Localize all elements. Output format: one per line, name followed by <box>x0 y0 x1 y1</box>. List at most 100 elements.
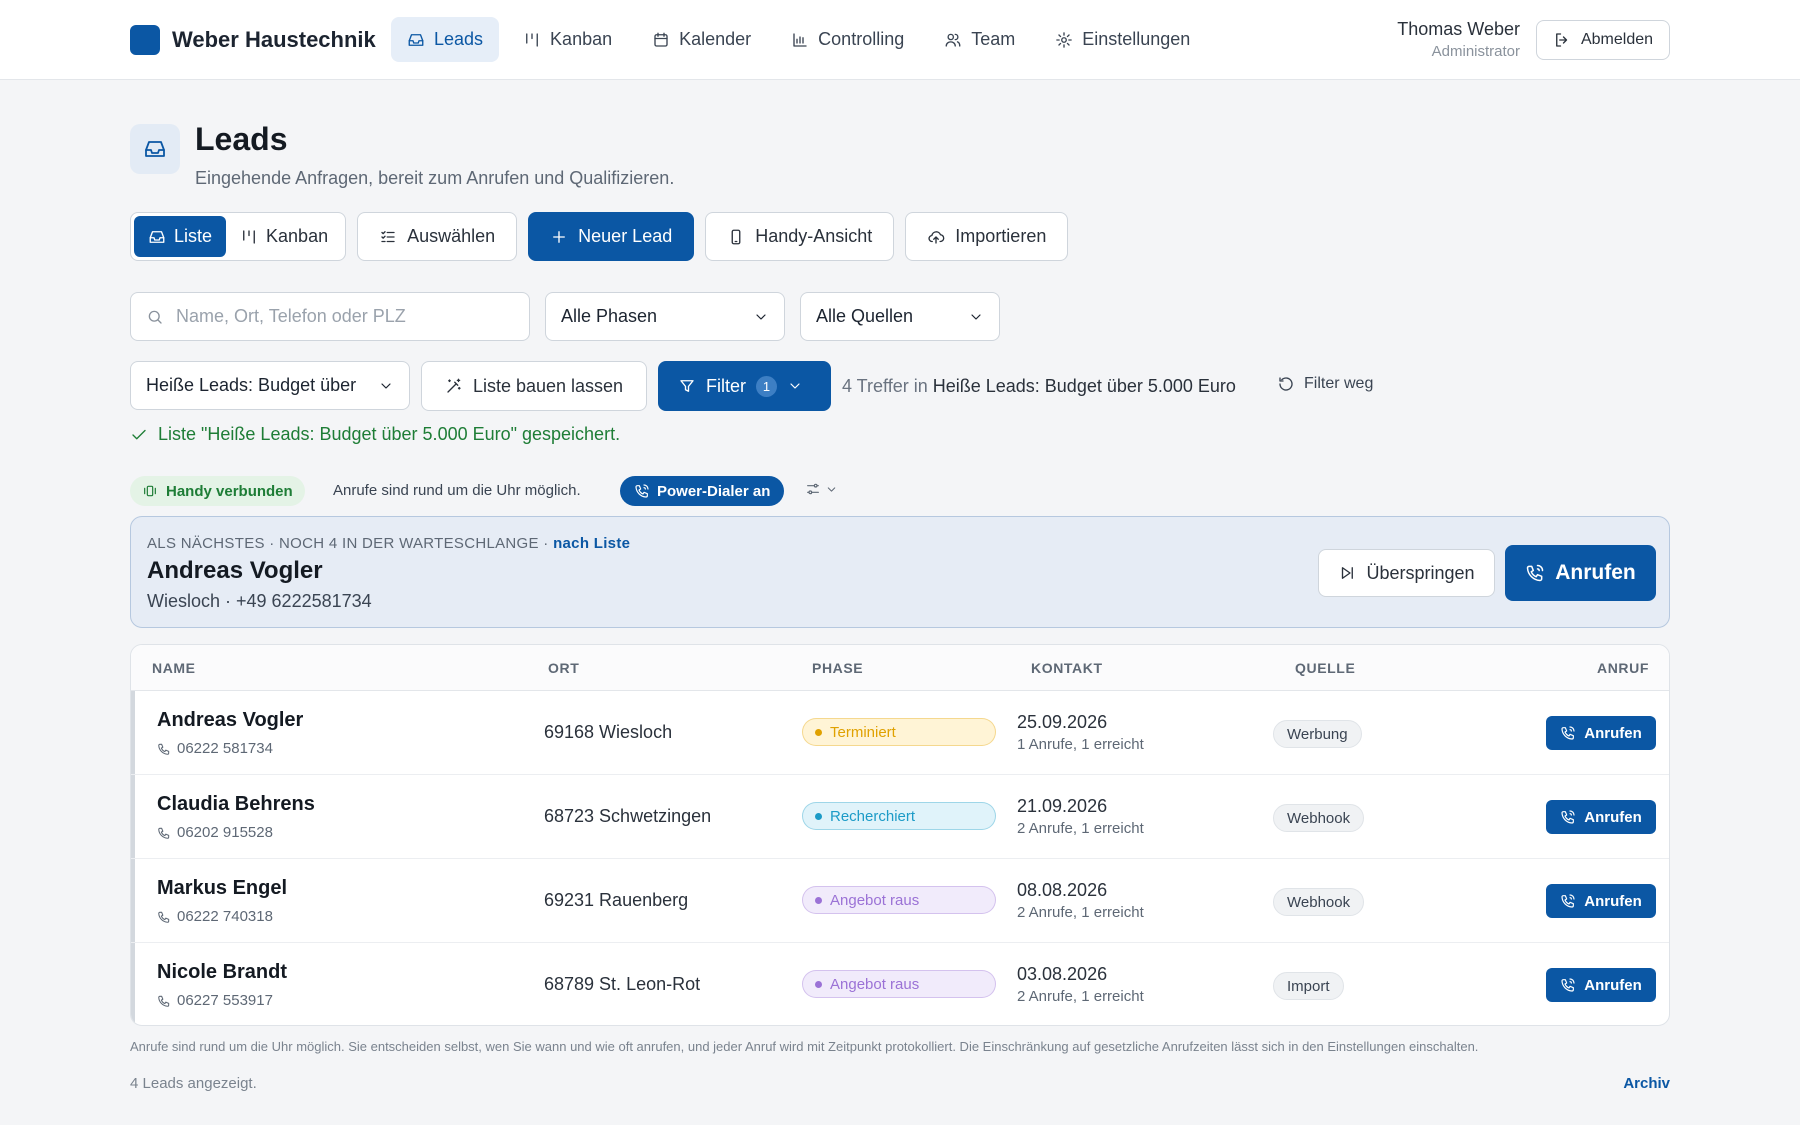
call-next-button[interactable]: Anrufen <box>1505 545 1656 601</box>
call-button-label: Anrufen <box>1584 724 1642 742</box>
column-header[interactable]: QUELLE <box>1295 660 1355 676</box>
nav-label: Einstellungen <box>1082 29 1191 49</box>
clear-filter-button[interactable]: Filter weg <box>1277 375 1373 393</box>
search-icon <box>148 310 162 324</box>
mobile-view-label: Handy-Ansicht <box>755 226 873 246</box>
call-button[interactable]: Anrufen <box>1546 968 1656 1002</box>
nav-item-kalender[interactable]: Kalender <box>636 17 767 62</box>
call-stats: 2 Anrufe, 1 erreicht <box>1017 904 1144 921</box>
table-header: NAME ORT PHASE KONTAKT QUELLE ANRUF <box>131 645 1669 691</box>
column-header[interactable]: KONTAKT <box>1031 660 1103 676</box>
result-prefix: 4 Treffer in <box>842 376 928 396</box>
clear-filter-label: Filter weg <box>1304 375 1374 392</box>
logout-button[interactable]: Abmelden <box>1536 20 1670 60</box>
search-field[interactable] <box>130 292 530 341</box>
nav-item-einstellungen[interactable]: Einstellungen <box>1039 17 1206 62</box>
saved-list-select[interactable]: Heiße Leads: Budget über <box>130 361 410 410</box>
vibrate-icon <box>144 485 156 497</box>
column-header[interactable]: NAME <box>152 660 196 676</box>
dialer-settings-dropdown[interactable] <box>805 481 838 497</box>
nav-item-kanban[interactable]: Kanban <box>507 17 628 62</box>
lead-name[interactable]: Nicole Brandt <box>157 961 287 984</box>
calendar-icon <box>654 32 668 47</box>
call-button[interactable]: Anrufen <box>1546 800 1656 834</box>
queue-label: ALS NÄCHSTES · NOCH 4 IN DER WARTESCHLAN… <box>147 535 630 552</box>
table-row[interactable]: Claudia Behrens 06202 915528 68723 Schwe… <box>131 775 1669 859</box>
call-button[interactable]: Anrufen <box>1546 716 1656 750</box>
import-button[interactable]: Importieren <box>905 212 1069 261</box>
phase-dot <box>815 980 822 988</box>
lead-phone: 06222 581734 <box>157 740 273 757</box>
nav-label: Kanban <box>550 29 613 49</box>
cloud-upload-icon <box>928 230 945 244</box>
search-input[interactable] <box>176 306 506 327</box>
lead-name[interactable]: Andreas Vogler <box>157 709 303 732</box>
chevron-down-icon <box>971 313 981 320</box>
call-button-label: Anrufen <box>1584 808 1642 826</box>
toolbar: Liste Kanban Auswählen Neuer Lead Handy-… <box>130 212 1069 261</box>
archive-link[interactable]: Archiv <box>1623 1075 1670 1092</box>
new-lead-button[interactable]: Neuer Lead <box>528 212 695 261</box>
call-hours-text: Anrufe sind rund um die Uhr möglich. <box>333 482 581 499</box>
nav-item-team[interactable]: Team <box>928 17 1031 62</box>
chevron-down-icon <box>790 383 800 389</box>
brand[interactable]: Weber Haustechnik <box>130 25 376 55</box>
mobile-view-button[interactable]: Handy-Ansicht <box>705 212 895 261</box>
smartphone-icon <box>731 229 741 244</box>
new-lead-label: Neuer Lead <box>578 226 673 246</box>
skip-forward-icon <box>1342 567 1354 579</box>
column-header[interactable]: PHASE <box>812 660 863 676</box>
chevron-down-icon <box>827 486 836 492</box>
page-icon <box>130 124 180 174</box>
table-row[interactable]: Andreas Vogler 06222 581734 69168 Wieslo… <box>131 691 1669 775</box>
view-kanban-label: Kanban <box>266 226 329 246</box>
phase-select[interactable]: Alle Phasen <box>545 292 785 341</box>
lead-phone-number: 06222 740318 <box>177 908 273 925</box>
contact-date: 08.08.2026 <box>1017 880 1108 900</box>
nav-item-controlling[interactable]: Controlling <box>775 17 920 62</box>
next-lead-name: Andreas Vogler <box>147 557 323 584</box>
source-badge: Webhook <box>1273 804 1365 832</box>
build-list-button[interactable]: Liste bauen lassen <box>421 361 647 411</box>
source-select-value: Alle Quellen <box>816 306 914 326</box>
lead-phone: 06227 553917 <box>157 992 273 1009</box>
call-stats: 1 Anrufe, 1 erreicht <box>1017 736 1144 753</box>
page-title: Leads <box>195 121 288 157</box>
source-select[interactable]: Alle Quellen <box>800 292 1000 341</box>
call-stats: 2 Anrufe, 1 erreicht <box>1017 820 1144 837</box>
phase-badge: Angebot raus <box>802 970 996 998</box>
magic-wand-icon <box>447 378 461 393</box>
lead-phone-number: 06222 581734 <box>177 740 273 757</box>
saved-list-value: Heiße Leads: Budget über <box>146 375 357 395</box>
lead-phone-number: 06202 915528 <box>177 824 273 841</box>
table-row[interactable]: Nicole Brandt 06227 553917 68789 St. Leo… <box>131 943 1669 1025</box>
brand-logo <box>130 25 160 55</box>
select-button[interactable]: Auswählen <box>357 212 518 261</box>
phone-icon <box>158 827 170 839</box>
phone-icon <box>158 911 170 923</box>
filter-count-badge: 1 <box>756 375 777 397</box>
nav-item-leads[interactable]: Leads <box>391 17 500 62</box>
lead-name[interactable]: Markus Engel <box>157 877 287 900</box>
column-header[interactable]: ORT <box>548 660 579 676</box>
phase-select-value: Alle Phasen <box>561 306 658 326</box>
lead-name[interactable]: Claudia Behrens <box>157 793 315 816</box>
call-policy-note: Anrufe sind rund um die Uhr möglich. Sie… <box>130 1039 1479 1054</box>
view-list-button[interactable]: Liste <box>134 216 227 257</box>
brand-name: Weber Haustechnik <box>172 27 376 52</box>
call-button[interactable]: Anrufen <box>1546 884 1656 918</box>
bar-chart-icon <box>793 32 807 47</box>
view-kanban-button[interactable]: Kanban <box>226 216 342 257</box>
contact-date: 03.08.2026 <box>1017 964 1108 984</box>
phase-dot <box>815 728 822 736</box>
skip-button[interactable]: Überspringen <box>1318 549 1495 597</box>
power-dialer-toggle[interactable]: Power-Dialer an <box>620 476 785 506</box>
list-check-icon <box>381 230 395 242</box>
table-row[interactable]: Markus Engel 06222 740318 69231 Rauenber… <box>131 859 1669 943</box>
queue-sort-link[interactable]: nach Liste <box>553 535 630 552</box>
plus-icon <box>553 230 566 243</box>
users-icon <box>945 33 961 47</box>
lead-phone-number: 06227 553917 <box>177 992 273 1009</box>
skip-label: Überspringen <box>1366 562 1475 583</box>
filter-button[interactable]: Filter 1 <box>658 361 831 411</box>
